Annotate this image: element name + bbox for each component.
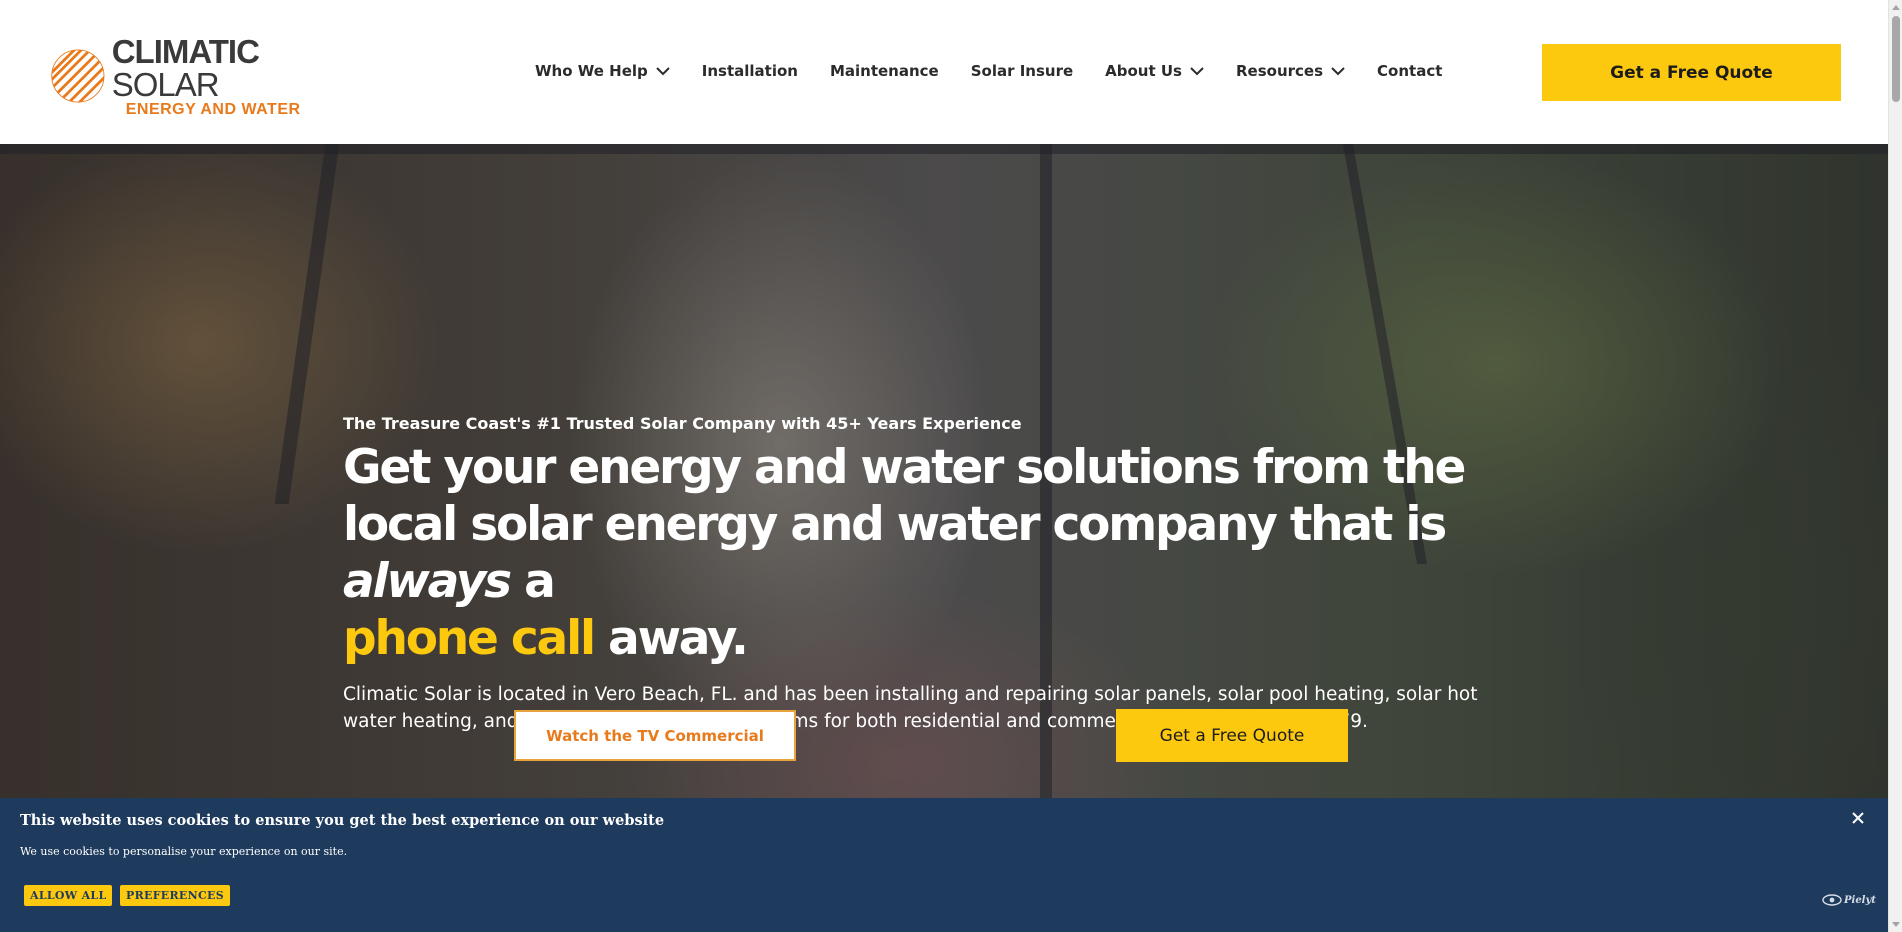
nav-item-solar-insure[interactable]: Solar Insure [971, 62, 1073, 80]
nav-item-label: Resources [1236, 62, 1324, 80]
get-free-quote-button[interactable]: Get a Free Quote [1542, 44, 1841, 101]
site-header: CLIMATIC SOLAR ENERGY AND WATER Who We H… [0, 0, 1888, 144]
scroll-thumb[interactable] [1892, 16, 1900, 102]
hero-title-part3: away. [593, 611, 749, 666]
main-nav: Who We Help Installation Maintenance Sol… [535, 58, 1474, 84]
eye-icon [1822, 894, 1842, 906]
hero-title-emphasis: always [343, 554, 512, 609]
allow-all-button[interactable]: ALLOW ALL [24, 885, 113, 906]
hero-content: The Treasure Coast's #1 Trusted Solar Co… [343, 414, 1513, 735]
nav-item-label: Maintenance [829, 62, 939, 80]
logo-name: CLIMATIC SOLAR [112, 35, 340, 101]
preferences-button[interactable]: PREFERENCES [120, 885, 230, 906]
scroll-up-icon[interactable] [1892, 5, 1900, 10]
chevron-down-icon [1331, 66, 1345, 75]
watch-tv-commercial-button[interactable]: Watch the TV Commercial [514, 710, 796, 761]
cookie-text: We use cookies to personalise your exper… [20, 845, 348, 858]
nav-item-label: Solar Insure [970, 62, 1074, 80]
nav-item-maintenance[interactable]: Maintenance [830, 62, 939, 80]
page-scrollbar[interactable] [1888, 0, 1902, 932]
logo-name-bold: CLIMATIC [111, 32, 260, 70]
nav-item-installation[interactable]: Installation [702, 62, 798, 80]
close-icon[interactable] [1848, 808, 1868, 828]
hero-title: Get your energy and water solutions from… [343, 439, 1513, 667]
cookie-banner: This website uses cookies to ensure you … [0, 798, 1888, 932]
nav-item-label: About Us [1105, 62, 1182, 80]
chevron-down-icon [1190, 66, 1204, 75]
logo-sun-icon [51, 49, 105, 103]
nav-item-label: Contact [1377, 62, 1443, 80]
hero-title-highlight: phone call [343, 611, 596, 666]
logo-text: CLIMATIC SOLAR ENERGY AND WATER [112, 35, 340, 118]
hero-get-free-quote-button[interactable]: Get a Free Quote [1116, 709, 1348, 762]
nav-item-label: Installation [701, 62, 798, 80]
nav-item-contact[interactable]: Contact [1377, 62, 1442, 80]
chevron-down-icon [656, 66, 670, 75]
hero-title-part1: Get your energy and water solutions from… [343, 440, 1466, 552]
nav-item-label: Who We Help [535, 62, 648, 80]
nav-item-resources[interactable]: Resources [1236, 62, 1345, 80]
cookie-provider-name: Pielyt [1844, 894, 1876, 906]
logo-name-thin: SOLAR [111, 65, 220, 103]
logo[interactable]: CLIMATIC SOLAR ENERGY AND WATER [50, 35, 340, 117]
hero-title-part2: a [509, 554, 556, 609]
nav-item-who-we-help[interactable]: Who We Help [535, 62, 670, 80]
cookie-provider-brand[interactable]: Pielyt [1822, 894, 1876, 906]
logo-tagline: ENERGY AND WATER [125, 100, 301, 118]
hero-eyebrow: The Treasure Coast's #1 Trusted Solar Co… [343, 414, 1022, 433]
hero-section: The Treasure Coast's #1 Trusted Solar Co… [0, 144, 1888, 798]
cookie-title: This website uses cookies to ensure you … [20, 812, 665, 829]
nav-item-about-us[interactable]: About Us [1105, 62, 1204, 80]
scroll-down-icon[interactable] [1892, 922, 1900, 927]
